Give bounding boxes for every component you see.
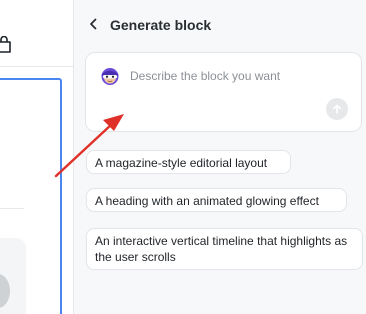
shopping-bag-icon[interactable] [0, 36, 12, 54]
send-button[interactable] [326, 98, 348, 120]
page-title: Generate block [110, 17, 212, 33]
arrow-up-icon [333, 104, 341, 114]
suggestion-chip[interactable]: An interactive vertical timeline that hi… [86, 228, 363, 270]
canvas-divider [0, 66, 73, 67]
suggestion-chip[interactable]: A heading with an animated glowing effec… [86, 188, 347, 212]
generate-block-panel: Generate block A magazine-style editoria… [74, 0, 366, 314]
chevron-left-icon[interactable] [86, 16, 102, 32]
suggestion-chip[interactable]: A magazine-style editorial layout [86, 150, 291, 174]
ai-assistant-avatar-icon [101, 68, 119, 85]
prompt-input[interactable] [130, 65, 340, 87]
prompt-box[interactable] [85, 52, 362, 132]
canvas-rule [0, 208, 24, 209]
canvas-pane [0, 0, 74, 314]
panel-header: Generate block [74, 0, 366, 50]
